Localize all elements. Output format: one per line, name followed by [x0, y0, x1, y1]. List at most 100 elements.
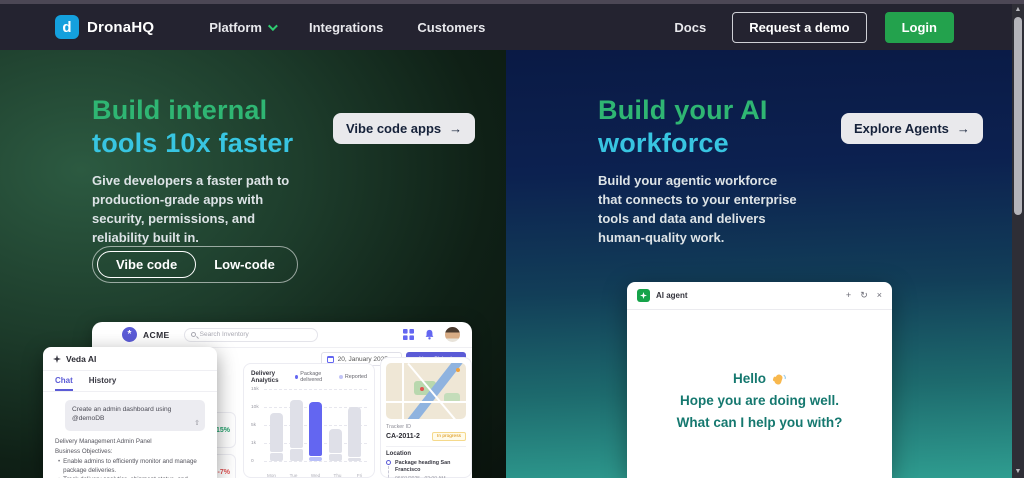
- scroll-up-arrow-icon[interactable]: ▲: [1012, 5, 1024, 15]
- location-entry: Package heading San Francisco 06/01/2025…: [386, 460, 466, 478]
- nav-item-platform[interactable]: Platform: [209, 19, 278, 35]
- request-demo-button[interactable]: Request a demo: [732, 11, 867, 43]
- left-hero-title-line1: Build internal: [92, 95, 268, 125]
- dronahq-landing-page: d DronaHQ Platform Integrations Customer…: [0, 0, 1024, 478]
- close-icon[interactable]: ×: [877, 291, 882, 300]
- location-texts: Package heading San Francisco 06/01/2025…: [395, 460, 466, 478]
- x-axis-tick: Thu: [333, 473, 342, 478]
- brand-name: DronaHQ: [87, 18, 155, 36]
- nav-item-docs[interactable]: Docs: [674, 20, 706, 35]
- response-bullet: Enable admins to efficiently monitor and…: [55, 457, 205, 475]
- explore-agents-button[interactable]: Explore Agents →: [841, 113, 983, 144]
- x-axis-tick: Wed: [310, 473, 321, 478]
- scrollbar[interactable]: ▲ ▼: [1012, 4, 1024, 478]
- ai-agent-greeting: Hello Hope you are doing well. What can …: [627, 368, 892, 434]
- nav-item-customers[interactable]: Customers: [417, 20, 485, 35]
- legend-dot-icon: [338, 375, 343, 379]
- vibe-code-apps-button[interactable]: Vibe code apps →: [333, 113, 476, 144]
- arrow-right-icon: →: [956, 121, 970, 136]
- bar-thu: [328, 428, 342, 461]
- veda-tabs: Chat History: [43, 371, 217, 392]
- y-axis-tick: 5k: [251, 423, 257, 428]
- calendar-icon: [326, 355, 334, 363]
- location-dot-icon: [386, 460, 391, 465]
- ai-agent-app-icon: [637, 289, 650, 302]
- delivery-analytics-chart: Delivery Analytics Package delivered Rep…: [243, 363, 375, 478]
- veda-title: Veda AI: [66, 354, 97, 364]
- greeting-line-3: What can I help you with?: [676, 415, 843, 430]
- right-hero-title-line1: Build your AI: [598, 95, 768, 125]
- brand-logo[interactable]: d DronaHQ: [55, 15, 154, 39]
- ai-workforce-hero: Build your AI workforce Explore Agents →…: [506, 50, 1012, 478]
- y-axis-tick: 15k: [251, 387, 259, 392]
- y-axis-tick: 1k: [251, 441, 257, 446]
- response-subtitle: Business Objectives:: [55, 448, 113, 455]
- bar-fri: [348, 406, 361, 461]
- x-axis-tick: Mon: [267, 473, 276, 478]
- nav-left: d DronaHQ Platform Integrations Customer…: [55, 15, 502, 39]
- greeting-line-2: Hope you are doing well.: [679, 393, 840, 408]
- window-controls: + ↻ ×: [846, 291, 882, 300]
- refresh-icon[interactable]: ↻: [860, 291, 868, 300]
- toggle-option-low-code[interactable]: Low-code: [196, 252, 293, 277]
- greeting-line-1: Hello: [732, 371, 766, 386]
- chart-title: Delivery Analytics: [251, 370, 279, 384]
- map-marker-icon: [420, 387, 424, 391]
- code-mode-toggle: Vibe code Low-code: [92, 246, 298, 283]
- ai-agent-window: AI agent + ↻ × Hello Hope you are doing …: [627, 282, 892, 478]
- prompt-input[interactable]: Create an admin dashboard using @demoDB …: [65, 400, 205, 431]
- login-button[interactable]: Login: [884, 11, 954, 43]
- map-thumbnail[interactable]: [386, 363, 466, 419]
- ai-agent-title: AI agent: [656, 291, 688, 300]
- dashboard-header-icons: [403, 327, 460, 342]
- nav-item-integrations[interactable]: Integrations: [309, 20, 383, 35]
- dronahq-logo-icon: d: [55, 15, 79, 39]
- right-hero-title-line2: workforce: [598, 128, 729, 158]
- tracker-id-row: CA-2011-2 In progress: [386, 432, 466, 441]
- sparkle-icon: [53, 355, 61, 363]
- search-icon: [190, 332, 196, 337]
- toggle-option-vibe-code[interactable]: Vibe code: [97, 251, 197, 278]
- acme-brand-name: ACME: [143, 329, 170, 340]
- nav-right: Docs Request a demo Login: [657, 11, 954, 43]
- location-heading: Location: [386, 451, 411, 457]
- chevron-down-icon: [267, 20, 278, 31]
- bar-wed: [309, 401, 322, 461]
- response-title: Delivery Management Admin Panel: [55, 438, 152, 445]
- dashboard-header: * ACME Search Inventory: [92, 322, 472, 348]
- bar-mon: [270, 412, 283, 461]
- send-icon[interactable]: ⇧: [194, 419, 200, 428]
- top-navbar: d DronaHQ Platform Integrations Customer…: [0, 4, 1012, 50]
- chart-bars: [266, 389, 365, 461]
- ai-agent-header: AI agent + ↻ ×: [627, 282, 892, 310]
- gridline: 0: [251, 459, 367, 464]
- stat-value: -7%: [217, 468, 230, 476]
- bar-tue: [289, 399, 303, 461]
- add-icon[interactable]: +: [846, 291, 851, 300]
- right-hero-title: Build your AI workforce: [598, 94, 768, 160]
- nav-item-platform-label: Platform: [209, 19, 262, 35]
- scrollbar-thumb[interactable]: [1014, 17, 1022, 215]
- y-axis-tick: 0: [251, 459, 254, 464]
- search-input[interactable]: Search Inventory: [183, 327, 318, 342]
- chart-plot-area: 15k 10k 5k 1k 0: [251, 387, 367, 464]
- internal-tools-hero: Build internal tools 10x faster Vibe cod…: [0, 50, 506, 478]
- tracker-id-value: CA-2011-2: [386, 433, 420, 440]
- map-road: [402, 363, 404, 419]
- tab-chat[interactable]: Chat: [55, 376, 73, 391]
- veda-response: Delivery Management Admin Panel Business…: [43, 431, 217, 478]
- user-avatar[interactable]: [445, 327, 460, 342]
- search-placeholder: Search Inventory: [199, 331, 249, 338]
- bell-icon[interactable]: [424, 329, 435, 340]
- apps-grid-icon[interactable]: [403, 329, 414, 340]
- tab-history[interactable]: History: [89, 376, 117, 391]
- veda-header: Veda AI: [43, 347, 217, 371]
- left-hero-description: Give developers a faster path to product…: [92, 173, 290, 245]
- acme-logo-icon: *: [122, 327, 137, 342]
- right-hero-description: Build your agentic workforce that connec…: [598, 173, 797, 245]
- veda-ai-panel: Veda AI Chat History Create an admin das…: [43, 347, 217, 478]
- chart-legend: Package delivered Reported: [295, 371, 367, 383]
- x-axis-tick: Fri: [356, 473, 363, 478]
- scroll-down-arrow-icon[interactable]: ▼: [1012, 467, 1024, 477]
- legend-dot-icon: [295, 375, 299, 379]
